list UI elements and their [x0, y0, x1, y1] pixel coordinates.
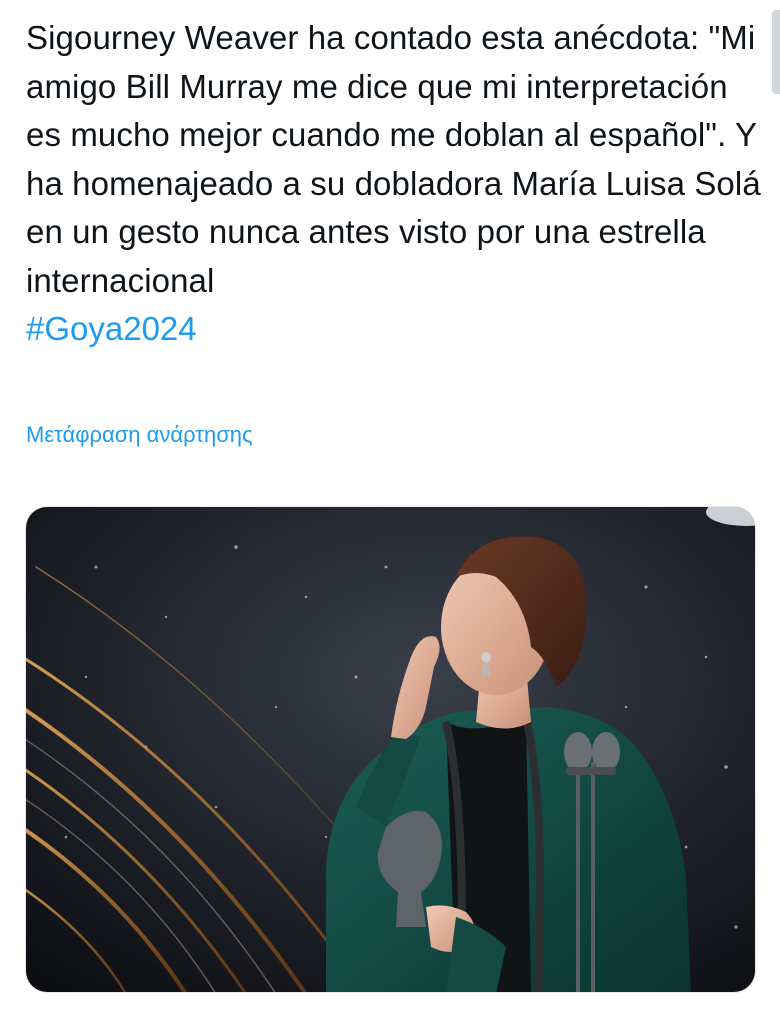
- tweet-text: Sigourney Weaver ha contado esta anécdot…: [26, 19, 771, 299]
- scrollbar-thumb[interactable]: [772, 10, 780, 94]
- tweet-body: Sigourney Weaver ha contado esta anécdot…: [26, 14, 766, 354]
- translate-post-link[interactable]: Μετάφραση ανάρτησης: [26, 420, 253, 450]
- tweet-photo[interactable]: [25, 506, 756, 993]
- photo-image: [26, 507, 755, 992]
- hashtag-link[interactable]: #Goya2024: [26, 305, 766, 354]
